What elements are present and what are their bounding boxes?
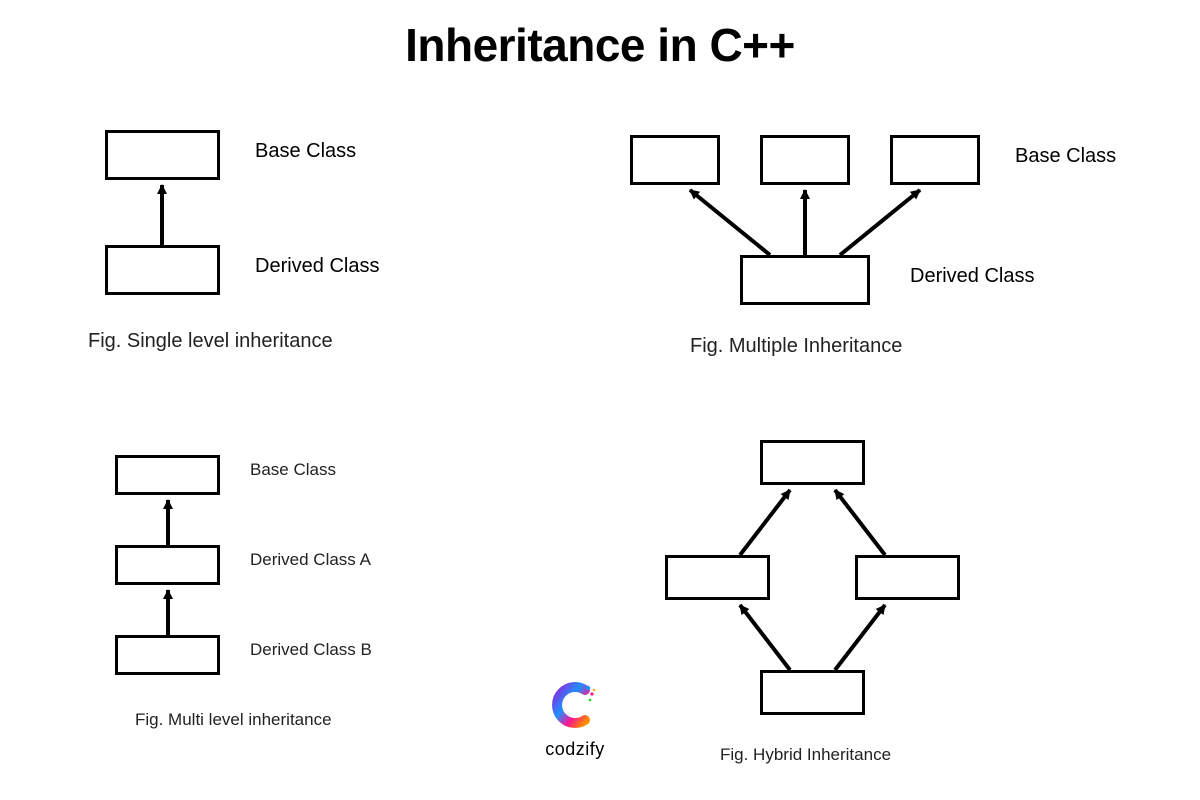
- hybrid-left-box: [665, 555, 770, 600]
- multilevel-base-label: Base Class: [250, 460, 336, 480]
- single-derived-label: Derived Class: [255, 255, 379, 278]
- multilevel-derived-a-label: Derived Class A: [250, 550, 371, 570]
- hybrid-bottom-box: [760, 670, 865, 715]
- multilevel-base-box: [115, 455, 220, 495]
- codzify-logo-icon: [550, 680, 600, 730]
- single-base-label: Base Class: [255, 140, 356, 163]
- hybrid-right-box: [855, 555, 960, 600]
- multilevel-derived-b-box: [115, 635, 220, 675]
- hybrid-top-box: [760, 440, 865, 485]
- hybrid-caption: Fig. Hybrid Inheritance: [720, 745, 891, 765]
- multiple-base-box-1: [630, 135, 720, 185]
- brand-logo: codzify: [520, 680, 630, 760]
- page-title: Inheritance in C++: [0, 18, 1200, 72]
- multiple-base-box-3: [890, 135, 980, 185]
- single-base-box: [105, 130, 220, 180]
- multiple-derived-label: Derived Class: [910, 265, 1034, 288]
- multilevel-derived-b-label: Derived Class B: [250, 640, 372, 660]
- multiple-base-label: Base Class: [1015, 145, 1116, 168]
- diagram-canvas: Inheritance in C++ Base Class Derived Cl…: [0, 0, 1200, 800]
- multilevel-caption: Fig. Multi level inheritance: [135, 710, 332, 730]
- multiple-base-box-2: [760, 135, 850, 185]
- single-caption: Fig. Single level inheritance: [88, 330, 333, 353]
- multilevel-derived-a-box: [115, 545, 220, 585]
- single-derived-box: [105, 245, 220, 295]
- multiple-derived-box: [740, 255, 870, 305]
- multiple-caption: Fig. Multiple Inheritance: [690, 335, 902, 358]
- brand-name: codzify: [520, 739, 630, 760]
